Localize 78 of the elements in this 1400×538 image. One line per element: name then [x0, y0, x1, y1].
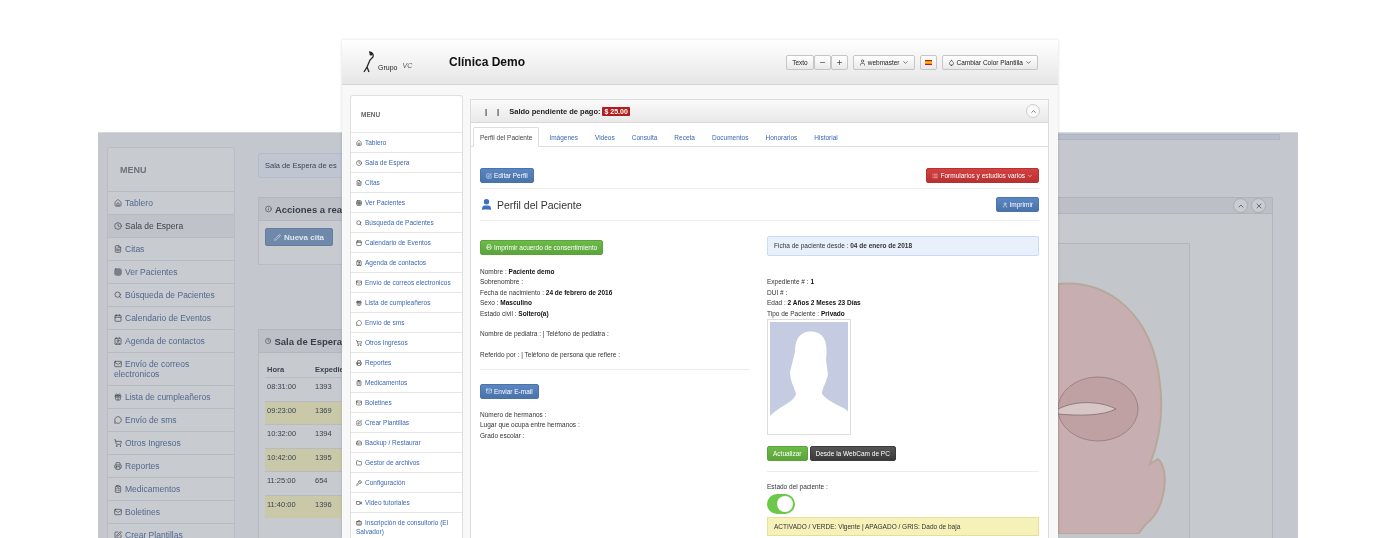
- calendar-icon: [356, 240, 362, 246]
- panel-title: Acciones a rea: [274, 203, 342, 215]
- section-heading: Perfil del Paciente: [497, 198, 582, 211]
- gift-icon: [114, 393, 122, 401]
- menu-item[interactable]: Boletines: [108, 500, 234, 523]
- drive-icon: [356, 440, 362, 446]
- caret-icon: [901, 58, 909, 66]
- caret-icon: [1027, 172, 1033, 179]
- envelope-icon: [356, 280, 362, 286]
- gift-icon: [356, 300, 362, 306]
- clock-icon: [265, 337, 272, 345]
- edit-icon: [486, 172, 492, 179]
- home-icon: [356, 140, 362, 146]
- menu-item[interactable]: Citas: [108, 237, 234, 260]
- collapse-button[interactable]: [1026, 104, 1040, 118]
- envelope-icon: [356, 400, 362, 406]
- caret-icon: [1025, 58, 1032, 66]
- briefcase-icon: [356, 520, 362, 526]
- contact-card-icon: [114, 337, 122, 345]
- info-icon: [265, 205, 272, 213]
- flag-icon: [924, 58, 932, 66]
- language-button[interactable]: [919, 54, 937, 70]
- envelope-icon: [114, 360, 122, 368]
- decrease-text-button[interactable]: [813, 54, 831, 70]
- folder-icon: [356, 460, 362, 466]
- close-button[interactable]: [1251, 198, 1266, 213]
- menu-item[interactable]: Calendario de Eventos: [108, 306, 234, 329]
- menu-item[interactable]: Reportes: [108, 454, 234, 477]
- menu-item[interactable]: Medicamentos: [108, 477, 234, 500]
- menu-item[interactable]: Agenda de contactos: [108, 329, 234, 352]
- menu-item[interactable]: Crear Plantillas: [108, 523, 234, 538]
- edit-icon: [356, 420, 362, 426]
- printer-icon: [114, 462, 122, 470]
- user-icon: [480, 198, 493, 211]
- list-icon: [932, 172, 939, 179]
- collapse-button[interactable]: [1233, 198, 1248, 213]
- document-icon: [356, 180, 362, 186]
- cart-icon: [114, 439, 122, 447]
- list-icon: [356, 380, 362, 386]
- menu-item[interactable]: Envío de correos electronicos: [108, 352, 234, 385]
- bird-logo-icon: [362, 51, 376, 73]
- document-icon: [114, 245, 122, 253]
- menu-item[interactable]: Sala de Espera: [108, 214, 234, 237]
- user-icon: [1001, 201, 1008, 208]
- plus-icon: [835, 58, 843, 66]
- pencil-icon: [274, 233, 281, 241]
- menu-item[interactable]: Ver Pacientes: [108, 260, 234, 283]
- printer-icon: [356, 360, 362, 366]
- calendar-icon: [114, 314, 122, 322]
- app-title: Clínica Demo: [449, 55, 526, 69]
- speech-bubble-icon: [114, 416, 122, 424]
- printer-icon: [486, 244, 492, 250]
- status-toggle[interactable]: [767, 493, 795, 514]
- menu-item[interactable]: Envío de sms: [108, 408, 234, 431]
- clock-icon: [356, 160, 362, 166]
- clock-icon: [114, 222, 122, 230]
- user-icon: [858, 58, 866, 66]
- cart-icon: [356, 340, 362, 346]
- edit-icon: [114, 531, 122, 538]
- home-icon: [114, 199, 122, 207]
- drop-icon: [947, 58, 955, 66]
- wrench-icon: [356, 480, 362, 486]
- search-icon: [356, 220, 362, 226]
- menu-item[interactable]: Otros Ingresos: [108, 431, 234, 454]
- video-camera-icon: [356, 500, 362, 506]
- list-icon: [114, 485, 122, 493]
- menu-title: MENU: [119, 163, 148, 177]
- panel-title: Sala de Espera: [274, 335, 342, 347]
- menu-item[interactable]: Búsqueda de Pacientes: [108, 283, 234, 306]
- chevron-up-icon: [1029, 107, 1037, 115]
- menu-item[interactable]: Lista de cumpleañeros: [108, 385, 234, 408]
- close-icon: [1254, 201, 1263, 210]
- envelope-icon: [114, 508, 122, 516]
- contact-card-icon: [356, 260, 362, 266]
- increase-text-button[interactable]: [830, 54, 848, 70]
- envelope-icon: [486, 388, 492, 394]
- search-icon: [114, 291, 122, 299]
- speech-bubble-icon: [356, 320, 362, 326]
